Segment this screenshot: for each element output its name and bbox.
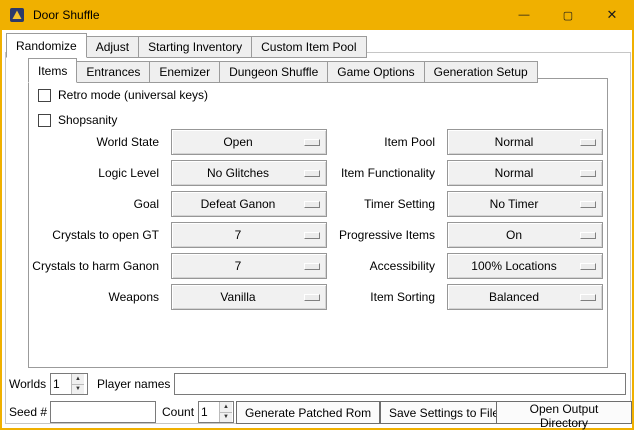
- item-pool-value: Normal: [448, 135, 580, 149]
- progressive-items-value: On: [448, 228, 580, 242]
- world-state-label: World State: [33, 129, 167, 155]
- retro-mode-label: Retro mode (universal keys): [58, 88, 208, 102]
- timer-setting-dropdown[interactable]: No Timer: [447, 191, 603, 217]
- save-settings-button[interactable]: Save Settings to File: [380, 401, 508, 424]
- item-pool-label: Item Pool: [331, 129, 443, 155]
- checkbox-icon[interactable]: [38, 114, 51, 127]
- tab-adjust[interactable]: Adjust: [86, 36, 139, 58]
- item-functionality-dropdown[interactable]: Normal: [447, 160, 603, 186]
- player-names-label: Player names: [97, 377, 170, 391]
- menu-indicator-icon: [580, 263, 596, 270]
- shopsanity-label: Shopsanity: [58, 113, 117, 127]
- menu-indicator-icon: [304, 263, 320, 270]
- window-controls: — ▢ ✕: [502, 0, 634, 30]
- tab-dungeon-shuffle[interactable]: Dungeon Shuffle: [219, 61, 328, 83]
- count-input[interactable]: [199, 402, 219, 422]
- titlebar: Door Shuffle — ▢ ✕: [0, 0, 634, 30]
- progressive-items-label: Progressive Items: [331, 222, 443, 248]
- options-grid: World State Open Item Pool Normal Logic …: [33, 129, 603, 310]
- goal-value: Defeat Ganon: [172, 197, 304, 211]
- crystals-open-gt-dropdown[interactable]: 7: [171, 222, 327, 248]
- timer-setting-value: No Timer: [448, 197, 580, 211]
- tab-items[interactable]: Items: [28, 58, 77, 83]
- tab-randomize[interactable]: Randomize: [6, 33, 87, 58]
- player-names-input[interactable]: [174, 373, 626, 395]
- crystals-open-gt-label: Crystals to open GT: [33, 222, 167, 248]
- menu-indicator-icon: [304, 294, 320, 301]
- spin-up-icon[interactable]: ▲: [72, 374, 84, 384]
- menu-indicator-icon: [580, 232, 596, 239]
- count-spinbox[interactable]: ▲ ▼: [198, 401, 234, 423]
- timer-setting-label: Timer Setting: [331, 191, 443, 217]
- spin-down-icon[interactable]: ▼: [220, 412, 232, 423]
- multiworld-row: Worlds ▲ ▼ Player names: [2, 373, 632, 396]
- logic-level-dropdown[interactable]: No Glitches: [171, 160, 327, 186]
- worlds-spinbox[interactable]: ▲ ▼: [50, 373, 88, 395]
- weapons-dropdown[interactable]: Vanilla: [171, 284, 327, 310]
- window: Door Shuffle — ▢ ✕ Randomize Adjust Star…: [0, 0, 634, 430]
- count-spin-buttons: ▲ ▼: [219, 402, 232, 422]
- menu-indicator-icon: [304, 139, 320, 146]
- open-output-directory-button[interactable]: Open Output Directory: [496, 401, 632, 424]
- item-sorting-dropdown[interactable]: Balanced: [447, 284, 603, 310]
- worlds-label: Worlds: [9, 377, 46, 391]
- maximize-icon[interactable]: ▢: [546, 0, 590, 30]
- generation-row: Seed # Count ▲ ▼ Generate Patched Rom Sa…: [2, 401, 632, 424]
- tab-generation-setup[interactable]: Generation Setup: [424, 61, 538, 83]
- crystals-harm-ganon-dropdown[interactable]: 7: [171, 253, 327, 279]
- window-body: Randomize Adjust Starting Inventory Cust…: [2, 30, 632, 428]
- tab-enemizer[interactable]: Enemizer: [149, 61, 220, 83]
- tab-game-options[interactable]: Game Options: [327, 61, 424, 83]
- retro-mode-checkbox[interactable]: Retro mode (universal keys): [38, 88, 208, 102]
- shopsanity-checkbox[interactable]: Shopsanity: [38, 113, 117, 127]
- accessibility-value: 100% Locations: [448, 259, 580, 273]
- worlds-input[interactable]: [51, 374, 71, 394]
- crystals-open-gt-value: 7: [172, 228, 304, 242]
- worlds-spin-buttons: ▲ ▼: [71, 374, 84, 394]
- menu-indicator-icon: [580, 294, 596, 301]
- tab-entrances[interactable]: Entrances: [76, 61, 150, 83]
- accessibility-dropdown[interactable]: 100% Locations: [447, 253, 603, 279]
- progressive-items-dropdown[interactable]: On: [447, 222, 603, 248]
- seed-input[interactable]: [50, 401, 156, 423]
- menu-indicator-icon: [304, 170, 320, 177]
- item-pool-dropdown[interactable]: Normal: [447, 129, 603, 155]
- menu-indicator-icon: [580, 201, 596, 208]
- tab-custom-item-pool[interactable]: Custom Item Pool: [251, 36, 366, 58]
- weapons-label: Weapons: [33, 284, 167, 310]
- window-title: Door Shuffle: [33, 8, 100, 22]
- goal-dropdown[interactable]: Defeat Ganon: [171, 191, 327, 217]
- count-label: Count: [162, 405, 194, 419]
- item-sorting-label: Item Sorting: [331, 284, 443, 310]
- weapons-value: Vanilla: [172, 290, 304, 304]
- accessibility-label: Accessibility: [331, 253, 443, 279]
- minimize-icon[interactable]: —: [502, 0, 546, 30]
- menu-indicator-icon: [304, 232, 320, 239]
- crystals-harm-ganon-value: 7: [172, 259, 304, 273]
- items-page: Retro mode (universal keys) Shopsanity W…: [28, 78, 608, 368]
- app-icon: [9, 7, 25, 23]
- logic-level-label: Logic Level: [33, 160, 167, 186]
- item-functionality-value: Normal: [448, 166, 580, 180]
- outer-tabbar: Randomize Adjust Starting Inventory Cust…: [6, 33, 366, 58]
- tab-starting-inventory[interactable]: Starting Inventory: [138, 36, 252, 58]
- generate-patched-rom-button[interactable]: Generate Patched Rom: [236, 401, 380, 424]
- item-functionality-label: Item Functionality: [331, 160, 443, 186]
- close-icon[interactable]: ✕: [590, 0, 634, 30]
- seed-label: Seed #: [9, 405, 47, 419]
- logic-level-value: No Glitches: [172, 166, 304, 180]
- goal-label: Goal: [33, 191, 167, 217]
- world-state-dropdown[interactable]: Open: [171, 129, 327, 155]
- spin-down-icon[interactable]: ▼: [72, 384, 84, 395]
- menu-indicator-icon: [580, 170, 596, 177]
- world-state-value: Open: [172, 135, 304, 149]
- spin-up-icon[interactable]: ▲: [220, 402, 232, 412]
- checkbox-icon[interactable]: [38, 89, 51, 102]
- crystals-harm-ganon-label: Crystals to harm Ganon: [33, 253, 167, 279]
- menu-indicator-icon: [304, 201, 320, 208]
- menu-indicator-icon: [580, 139, 596, 146]
- item-sorting-value: Balanced: [448, 290, 580, 304]
- inner-tabbar: Items Entrances Enemizer Dungeon Shuffle…: [28, 58, 537, 83]
